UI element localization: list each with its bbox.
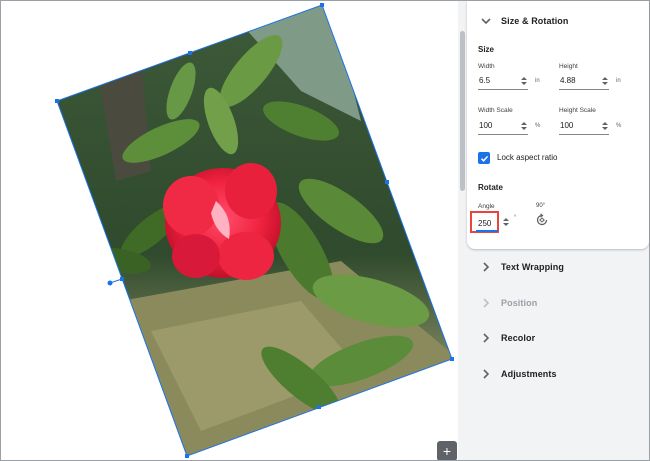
lock-aspect-label[interactable]: Lock aspect ratio (497, 153, 557, 162)
text-wrapping-header[interactable]: Text Wrapping (479, 257, 564, 277)
canvas-scrollbar[interactable] (458, 1, 467, 460)
size-rotation-title: Size & Rotation (501, 16, 569, 26)
explore-plus-icon[interactable]: + (437, 441, 457, 460)
chevron-down-icon (479, 14, 493, 28)
height-stepper-icon[interactable] (602, 76, 608, 86)
position-title: Position (501, 298, 538, 308)
height-label: Height (559, 63, 578, 70)
adjustments-header[interactable]: Adjustments (479, 364, 557, 384)
width-scale-input[interactable]: 100 (479, 121, 492, 130)
height-scale-stepper-icon[interactable] (602, 121, 608, 131)
height-scale-unit: % (616, 123, 622, 129)
angle-unit: ° (514, 215, 517, 221)
rotated-image[interactable] (1, 1, 458, 460)
height-input[interactable]: 4.88 (560, 76, 576, 85)
format-options-panel: Size & Rotation Size Width 6.5 in Height… (467, 1, 649, 460)
chevron-right-icon (479, 260, 493, 274)
lock-aspect-checkbox[interactable] (478, 152, 490, 164)
width-stepper-icon[interactable] (521, 76, 527, 86)
height-unit: in (616, 78, 621, 84)
size-heading: Size (478, 45, 495, 54)
checkmark-icon (480, 155, 488, 162)
rotate-heading: Rotate (478, 183, 503, 192)
position-header: Position (479, 293, 537, 313)
angle-stepper-icon[interactable] (503, 217, 509, 227)
height-underline (559, 89, 609, 90)
width-input[interactable]: 6.5 (479, 76, 490, 85)
width-scale-stepper-icon[interactable] (521, 121, 527, 131)
height-scale-underline (559, 134, 609, 135)
width-scale-underline (478, 134, 528, 135)
chevron-right-icon (479, 367, 493, 381)
size-rotation-header[interactable]: Size & Rotation (479, 11, 569, 31)
width-unit: in (535, 78, 540, 84)
chevron-right-icon (479, 331, 493, 345)
angle-label: Angle (478, 203, 495, 210)
rotate-90-icon[interactable] (535, 213, 549, 227)
size-rotation-card: Size & Rotation Size Width 6.5 in Height… (467, 1, 649, 249)
height-scale-label: Height Scale (559, 107, 596, 114)
chevron-right-icon (479, 296, 493, 310)
recolor-header[interactable]: Recolor (479, 328, 535, 348)
width-scale-label: Width Scale (478, 107, 513, 114)
angle-underline (476, 230, 498, 232)
height-scale-input[interactable]: 100 (560, 121, 573, 130)
recolor-title: Recolor (501, 333, 536, 343)
canvas-scrollbar-thumb[interactable] (460, 31, 465, 191)
rotate-90-label: 90° (536, 203, 546, 209)
text-wrapping-title: Text Wrapping (501, 262, 564, 272)
width-underline (478, 89, 528, 90)
width-label: Width (478, 63, 495, 70)
angle-input[interactable]: 250 (478, 219, 491, 228)
document-canvas[interactable]: + (1, 1, 458, 460)
width-scale-unit: % (535, 123, 541, 129)
adjustments-title: Adjustments (501, 369, 557, 379)
